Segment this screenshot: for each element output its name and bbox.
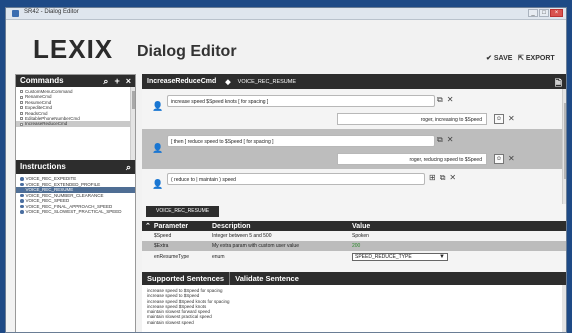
bottom-tabbar: Supported Sentences Validate Sentence (142, 272, 566, 285)
delete-icon[interactable]: ✕ (508, 154, 515, 163)
export-button[interactable]: ⇱ EXPORT (518, 54, 555, 63)
app-header: LEXIX Dialog Editor ✔ SAVE ⇱ EXPORT (6, 20, 566, 74)
parameter-header: ⌃ Parameter (145, 223, 189, 230)
command-label: IncreaseReduceCmd (25, 121, 68, 127)
commands-scrollbar[interactable] (130, 87, 135, 161)
param-value[interactable]: 200 (352, 243, 482, 249)
parameters-table: ⌃ Parameter Description Value $Speed Inte… (142, 221, 566, 263)
dialog-editor-window: SR42 - Dialog Editor _ □ × LEXIX Dialog … (5, 7, 567, 333)
param-name: $Speed (154, 233, 172, 239)
commands-header: Commands ⌕ + × (16, 75, 135, 87)
minimize-button[interactable]: _ (528, 9, 538, 17)
commands-title: Commands (20, 76, 64, 85)
response-sentence[interactable]: roger, reducing speed to $Speed (337, 153, 487, 165)
close-window-button[interactable]: × (550, 9, 563, 17)
commands-list: CustomMenuCommand RenameCmd ResumeCmd Exped… (16, 87, 135, 161)
editor-panel: IncreaseReduceCmd ◆ VOICE_REC_RESUME 🗎 👤… (142, 74, 566, 332)
maximize-button[interactable]: □ (539, 9, 549, 17)
supported-sentence-item: maintain slowest speed (147, 319, 194, 325)
instruction-bullet-icon (20, 177, 24, 181)
save-button[interactable]: ✔ SAVE (486, 54, 512, 63)
value-header: Value (352, 222, 371, 230)
instruction-bullet-icon (20, 188, 24, 192)
user-icon: 👤 (152, 179, 164, 189)
page-title: Dialog Editor (137, 43, 237, 60)
left-panel: Commands ⌕ + × CustomMenuCommand RenameCm… (15, 74, 136, 332)
tab-supported-sentences[interactable]: Supported Sentences (142, 272, 231, 285)
tab-voice-rec-resume[interactable]: VOICE_REC_RESUME (146, 206, 220, 217)
instruction-bullet-icon (20, 204, 24, 208)
param-name: enResumeType (154, 254, 190, 260)
dropdown-arrow-icon: ▼ (439, 254, 445, 260)
instruction-item[interactable]: VOICE_REC_SLOWEST_PRACTICAL_SPEED (16, 209, 135, 215)
robot-icon: ☺ (494, 154, 504, 164)
copy-icon[interactable]: ⧉ (437, 135, 443, 145)
table-row[interactable]: enResumeType enum SPEED_REDUCE_TYPE ▼ (142, 251, 566, 263)
copy-icon[interactable]: ⧉ (440, 173, 446, 183)
lexix-logo: LEXIX (33, 34, 114, 64)
command-checkbox-icon (20, 95, 23, 99)
delete-icon[interactable]: ✕ (508, 114, 515, 123)
command-checkbox-icon (20, 111, 23, 115)
supported-scrollbar[interactable] (562, 285, 566, 332)
diamond-icon: ◆ (225, 78, 231, 86)
user-sentence[interactable]: [ then ] reduce speed to $Speed [ for sp… (167, 135, 435, 147)
command-checkbox-icon (20, 101, 23, 105)
sentences-scrollbar[interactable] (562, 89, 566, 204)
delete-icon[interactable]: ✕ (449, 173, 456, 183)
table-header: ⌃ Parameter Description Value (142, 221, 566, 231)
user-sentence[interactable]: ( reduce to | maintain ) speed (167, 173, 425, 185)
copy-icon[interactable]: ⧉ (437, 95, 443, 105)
param-description: enum (212, 254, 225, 260)
command-bar: IncreaseReduceCmd ◆ VOICE_REC_RESUME 🗎 (142, 74, 566, 89)
collapse-icon[interactable]: ⌃ (145, 223, 151, 230)
sentence-row: 👤 ( reduce to | maintain ) speed ⊞ ⧉ ✕ (142, 169, 562, 204)
command-checkbox-icon (20, 90, 23, 94)
instructions-header: Instructions ⌕ (16, 160, 135, 174)
user-icon: 👤 (152, 143, 164, 153)
table-row[interactable]: $Speed Integer between 5 and 500 Spoken (142, 231, 566, 241)
command-checkbox-icon (20, 106, 23, 110)
instruction-bullet-icon (20, 210, 24, 214)
instruction-bullet-icon (20, 193, 24, 197)
user-sentence[interactable]: increase speed $Speed knots [ for spacin… (167, 95, 435, 107)
instruction-name: VOICE_REC_RESUME (237, 78, 297, 85)
delete-icon[interactable]: ✕ (447, 135, 454, 145)
instructions-list: VOICE_REC_EXPEDITE VOICE_REC_EXTENDED_PRO… (16, 174, 135, 215)
command-name: IncreaseReduceCmd (147, 78, 217, 85)
instructions-title: Instructions (20, 162, 66, 171)
command-item[interactable]: IncreaseReduceCmd (16, 121, 135, 127)
robot-icon: ☺ (494, 114, 504, 124)
delete-icon[interactable]: × (126, 75, 131, 87)
app-icon (12, 10, 19, 17)
param-value[interactable]: Spoken (352, 233, 482, 239)
checkmark-icon: ✔ (486, 55, 492, 62)
search-icon[interactable]: ⌕ (103, 75, 108, 87)
supported-sentences-list: increase speed to $Speed for spacing incr… (142, 285, 566, 332)
description-header: Description (212, 222, 251, 230)
export-icon: ⇱ (518, 55, 524, 62)
delete-icon[interactable]: ✕ (447, 95, 454, 105)
add-response-icon[interactable]: ⊞ (429, 173, 436, 183)
instruction-bullet-icon (20, 199, 24, 203)
sentence-row: 👤 [ then ] reduce speed to $Speed [ for … (142, 129, 562, 169)
window-title: SR42 - Dialog Editor (24, 9, 79, 15)
command-checkbox-icon (20, 117, 23, 121)
resume-type-select[interactable]: SPEED_REDUCE_TYPE ▼ (352, 253, 448, 261)
param-name: $Extra (154, 243, 169, 249)
instruction-bullet-icon (20, 182, 24, 186)
response-sentence[interactable]: roger, increasing to $Speed (337, 113, 487, 125)
instruction-label: VOICE_REC_SLOWEST_PRACTICAL_SPEED (25, 209, 122, 214)
search-icon[interactable]: ⌕ (126, 160, 131, 174)
sentence-row: 👤 increase speed $Speed knots [ for spac… (142, 89, 562, 129)
command-checkbox-icon (20, 122, 23, 126)
tab-validate-sentence[interactable]: Validate Sentence (230, 272, 304, 285)
user-icon: 👤 (152, 101, 164, 111)
table-row[interactable]: $Extra My extra param with custom user v… (142, 241, 566, 251)
add-icon[interactable]: + (114, 75, 119, 87)
sentence-editor: 👤 increase speed $Speed knots [ for spac… (142, 89, 566, 204)
param-description: My extra param with custom user value (212, 243, 299, 249)
param-description: Integer between 5 and 500 (212, 233, 272, 239)
title-bar: SR42 - Dialog Editor _ □ × (6, 8, 566, 20)
